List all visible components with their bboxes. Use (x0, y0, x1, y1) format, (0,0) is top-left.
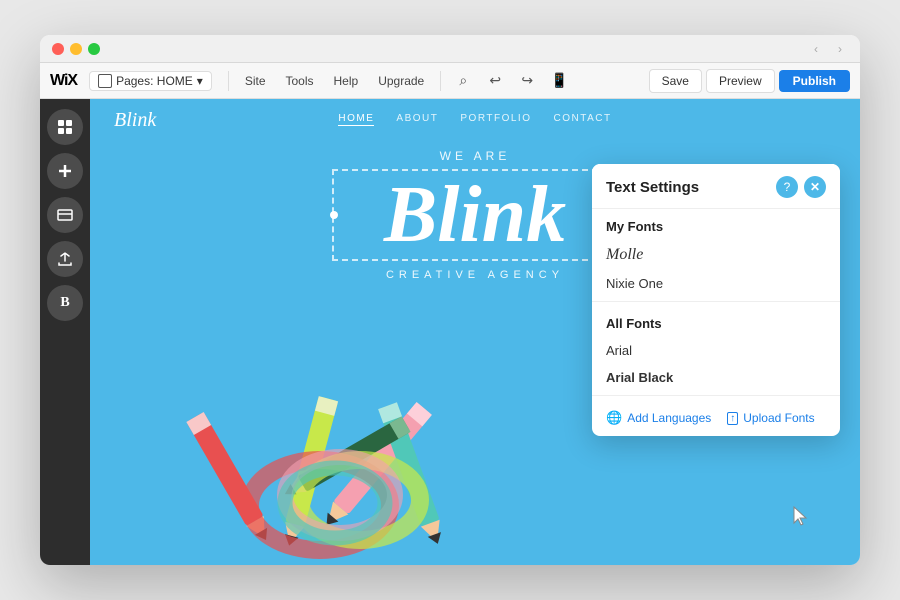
nav-contact: CONTACT (553, 113, 611, 126)
traffic-lights (52, 43, 100, 55)
title-bar: ‹ › (40, 35, 860, 63)
sidebar-icon-upload[interactable] (47, 241, 83, 277)
panel-footer-divider (592, 395, 840, 396)
font-name-nixie: Nixie One (606, 276, 663, 291)
hero-subtitle: WE ARE (440, 149, 511, 163)
back-arrow-icon[interactable]: ‹ (808, 41, 824, 57)
font-name-arial-black: Arial Black (606, 370, 673, 385)
toolbar-right: Save Preview Publish (649, 69, 850, 93)
mouse-cursor (792, 505, 808, 527)
hero-title: Blink (384, 175, 566, 255)
font-item-arial-black[interactable]: Arial Black (592, 364, 840, 391)
all-fonts-label: All Fonts (592, 306, 840, 337)
upload-fonts-link[interactable]: ↑ Upload Fonts (727, 411, 814, 425)
pages-label: Pages: HOME (116, 74, 193, 88)
editor-area: B Blink HOME ABOUT PORTFOLIO CONTACT WE … (40, 99, 860, 565)
minimize-button[interactable] (70, 43, 82, 55)
title-bar-navigation: ‹ › (808, 41, 848, 57)
panel-header-icons: ? ✕ (776, 176, 826, 198)
help-icon-button[interactable]: ? (776, 176, 798, 198)
left-sidebar: B (40, 99, 90, 565)
font-item-nixie[interactable]: Nixie One (592, 270, 840, 297)
nav-home: HOME (338, 113, 374, 126)
close-button[interactable] (52, 43, 64, 55)
font-name-arial: Arial (606, 343, 632, 358)
publish-button[interactable]: Publish (779, 70, 850, 92)
pages-dropdown-arrow: ▾ (197, 74, 203, 88)
upload-fonts-label: Upload Fonts (743, 411, 814, 425)
save-button[interactable]: Save (649, 69, 702, 93)
mac-window: ‹ › WiX Pages: HOME ▾ Site Tools Help Up… (40, 35, 860, 565)
pages-selector[interactable]: Pages: HOME ▾ (89, 71, 212, 91)
panel-header: Text Settings ? ✕ (592, 164, 840, 209)
upload-fonts-icon: ↑ (727, 412, 738, 425)
site-navigation: HOME ABOUT PORTFOLIO CONTACT (90, 113, 860, 126)
toolbar-separator-2 (440, 71, 441, 91)
redo-button[interactable]: ↪ (513, 67, 541, 95)
tools-menu-button[interactable]: Tools (278, 71, 322, 91)
resize-handle-left[interactable] (330, 211, 338, 219)
panel-divider (592, 301, 840, 302)
preview-button[interactable]: Preview (706, 69, 775, 93)
sidebar-icon-grid[interactable] (47, 109, 83, 145)
undo-button[interactable]: ↩ (481, 67, 509, 95)
nav-about: ABOUT (396, 113, 438, 126)
sidebar-icon-add[interactable] (47, 153, 83, 189)
help-menu-button[interactable]: Help (326, 71, 367, 91)
blink-hero-container[interactable]: Blink (332, 169, 618, 261)
panel-title: Text Settings (606, 179, 699, 196)
my-fonts-label: My Fonts (592, 209, 840, 240)
add-languages-label: Add Languages (627, 411, 711, 425)
add-languages-link[interactable]: 🌐 Add Languages (606, 410, 711, 426)
hero-tagline: CREATIVE AGENCY (386, 269, 564, 281)
forward-arrow-icon[interactable]: › (832, 41, 848, 57)
maximize-button[interactable] (88, 43, 100, 55)
sidebar-icon-blog[interactable]: B (47, 285, 83, 321)
site-menu-button[interactable]: Site (237, 71, 274, 91)
mobile-view-button[interactable]: 📱 (545, 67, 573, 95)
sidebar-icon-media[interactable] (47, 197, 83, 233)
wix-logo: WiX (50, 72, 77, 90)
upgrade-menu-button[interactable]: Upgrade (370, 71, 432, 91)
toolbar: WiX Pages: HOME ▾ Site Tools Help Upgrad… (40, 63, 860, 99)
close-panel-button[interactable]: ✕ (804, 176, 826, 198)
toolbar-separator (228, 71, 229, 91)
canvas[interactable]: Blink HOME ABOUT PORTFOLIO CONTACT WE AR… (90, 99, 860, 565)
font-name-molle: Molle (606, 246, 643, 264)
font-item-molle[interactable]: Molle (592, 240, 840, 270)
text-settings-panel: Text Settings ? ✕ My Fonts Molle Nixie O… (592, 164, 840, 436)
search-button[interactable]: ⌕ (449, 67, 477, 95)
panel-footer: 🌐 Add Languages ↑ Upload Fonts (592, 400, 840, 436)
add-languages-icon: 🌐 (606, 410, 622, 426)
pages-icon (98, 74, 112, 88)
nav-portfolio: PORTFOLIO (460, 113, 531, 126)
font-item-arial[interactable]: Arial (592, 337, 840, 364)
